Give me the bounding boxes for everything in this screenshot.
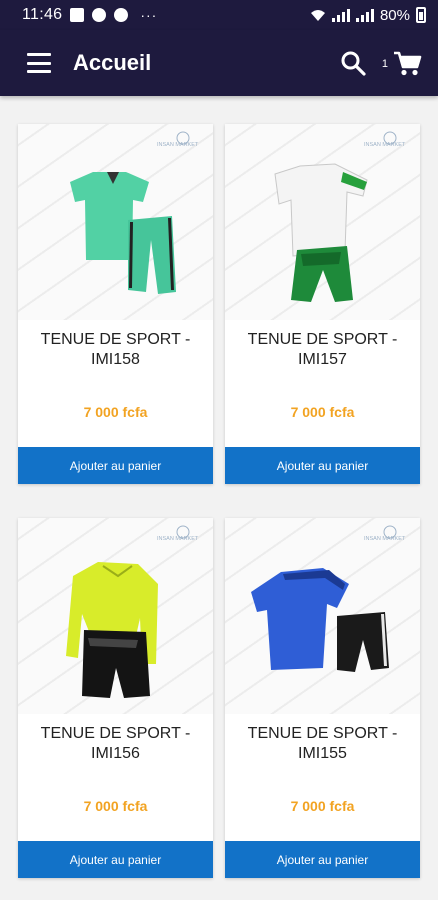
menu-icon[interactable] [27,53,51,73]
status-time: 11:46 [22,6,63,23]
product-image[interactable]: INSAN MARKET [225,518,420,714]
facebook-icon [114,8,129,22]
search-icon[interactable] [340,50,366,76]
page-title: Accueil [73,50,152,75]
green-sport-kit-image [70,172,176,294]
product-price: 7 000 fcfa [290,404,355,420]
product-card[interactable]: INSAN MARKET TENUE DE SPORT - IMI158 7 0… [18,124,213,484]
product-price: 7 000 fcfa [83,404,148,420]
product-name[interactable]: TENUE DE SPORT - IMI157 [225,320,420,392]
product-price: 7 000 fcfa [290,798,355,814]
white-green-sport-kit-image [274,163,368,302]
svg-text:INSAN MARKET: INSAN MARKET [364,536,406,542]
product-price: 7 000 fcfa [83,798,148,814]
battery-icon [416,7,426,23]
product-image[interactable]: INSAN MARKET [225,124,420,320]
product-name[interactable]: TENUE DE SPORT - IMI156 [18,714,213,786]
signal-icon [355,8,374,22]
facebook-icon [92,8,107,22]
battery-level: 80% [379,6,410,24]
product-card[interactable]: INSAN MARKET TENUE DE SPORT - IMI156 7 0… [18,518,213,878]
app-toolbar: Accueil 1 [0,30,438,96]
cart-count-badge: 1 [381,58,388,70]
status-bar: 11:46 ··· 80% [0,0,438,30]
product-grid: INSAN MARKET TENUE DE SPORT - IMI158 7 0… [18,124,420,878]
product-image[interactable]: INSAN MARKET [18,124,213,320]
svg-text:INSAN MARKET: INSAN MARKET [157,536,199,542]
add-to-cart-button[interactable]: Ajouter au panier [18,841,213,878]
svg-text:INSAN MARKET: INSAN MARKET [157,142,199,148]
product-card[interactable]: INSAN MARKET TENUE DE SPORT - IMI157 7 0… [225,124,420,484]
insan-market-watermark: INSAN MARKET [364,525,406,542]
add-to-cart-button[interactable]: Ajouter au panier [225,841,420,878]
insan-market-watermark: INSAN MARKET [157,525,199,542]
cart-icon[interactable] [392,49,422,77]
more-icon: ··· [140,7,158,23]
signal-icon [331,8,350,22]
product-image[interactable]: INSAN MARKET [18,518,213,714]
insan-market-watermark: INSAN MARKET [364,131,406,148]
svg-text:INSAN MARKET: INSAN MARKET [364,142,406,148]
product-name[interactable]: TENUE DE SPORT - IMI155 [225,714,420,786]
product-name[interactable]: TENUE DE SPORT - IMI158 [18,320,213,392]
add-to-cart-button[interactable]: Ajouter au panier [18,447,213,484]
insan-market-watermark: INSAN MARKET [157,131,199,148]
add-to-cart-button[interactable]: Ajouter au panier [225,447,420,484]
product-card[interactable]: INSAN MARKET TENUE DE SPORT - IMI155 7 0… [225,518,420,878]
image-icon [70,8,85,22]
blue-black-sport-kit-image [251,568,389,672]
yellow-black-sport-kit-image [66,562,158,698]
wifi-icon [310,10,325,21]
